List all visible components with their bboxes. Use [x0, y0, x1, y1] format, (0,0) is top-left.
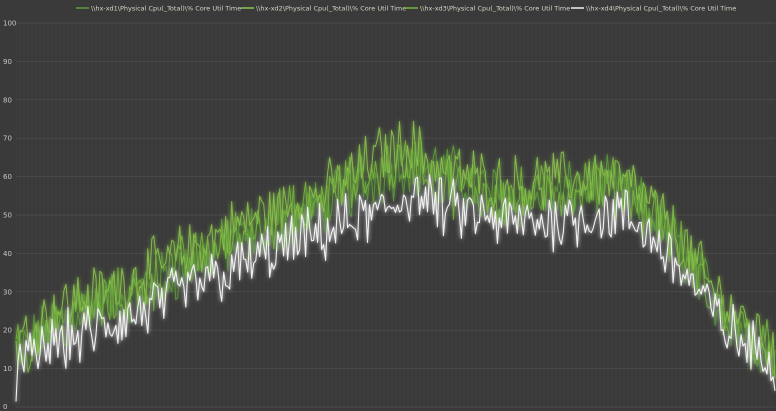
y-tick-label: 30 [3, 288, 12, 296]
y-tick-label: 40 [3, 250, 12, 258]
y-tick-label: 90 [3, 58, 12, 66]
y-tick-label: 10 [3, 365, 12, 373]
cpu-utilization-chart: 0 10 20 30 40 50 60 70 80 90 100 \\hx-xd1\Physical… [0, 0, 776, 411]
legend-label-1: \\hx-xd1\Physical Cpu(_Total)\% Core Uti… [91, 5, 241, 13]
legend-label-2: \\hx-xd2\Physical Cpu(_Total)\% Core Uti… [256, 5, 406, 13]
legend-label-3: \\hx-xd3\Physical Cpu(_Total)\% Core Uti… [420, 5, 570, 13]
y-tick-label: 60 [3, 173, 12, 181]
legend: \\hx-xd1\Physical Cpu(_Total)\% Core Uti… [76, 5, 736, 13]
y-tick-label: 80 [3, 96, 12, 104]
y-tick-label: 100 [3, 20, 16, 28]
y-tick-label: 50 [3, 212, 12, 220]
y-tick-label: 70 [3, 135, 12, 143]
legend-label-4: \\hx-xd4\Physical Cpu(_Total)\% Core Uti… [586, 5, 736, 13]
y-tick-label: 0 [3, 403, 7, 411]
y-tick-label: 20 [3, 327, 12, 335]
